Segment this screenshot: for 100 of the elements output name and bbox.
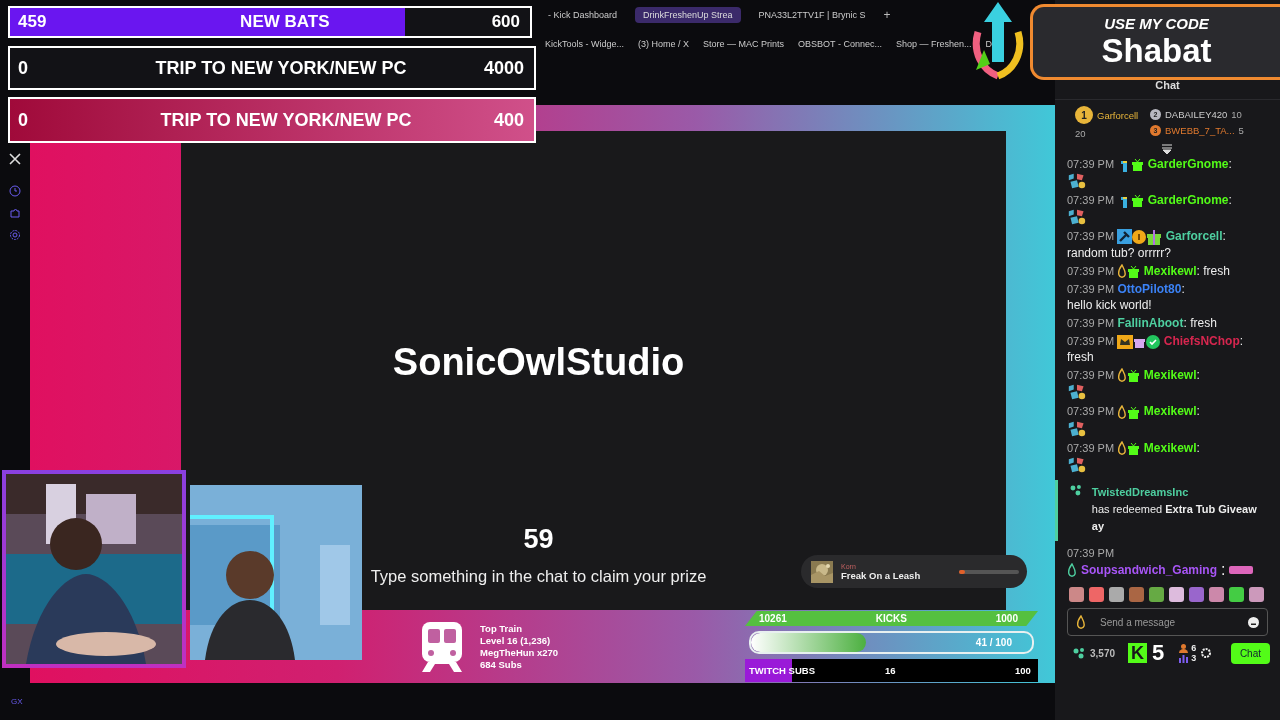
message-time: 07:39 PM bbox=[1067, 405, 1115, 418]
redeem-text: has redeemed Extra Tub Giveaw ay bbox=[1091, 502, 1258, 535]
message-time: 07:39 PM bbox=[1067, 547, 1116, 560]
message-time: 07:39 PM bbox=[1067, 230, 1115, 242]
leader-count: 5 bbox=[1238, 124, 1244, 136]
flame-badge-icon bbox=[1067, 562, 1077, 578]
message-text: hello kick world! bbox=[1067, 297, 1152, 314]
flame-badge-icon bbox=[1076, 615, 1086, 631]
message-time: 07:39 PM bbox=[1067, 335, 1115, 348]
emote-icon bbox=[1067, 383, 1087, 402]
bookmark[interactable]: Store — MAC Prints bbox=[703, 39, 785, 49]
x-icon[interactable] bbox=[9, 153, 21, 165]
gift-icon bbox=[1127, 265, 1141, 279]
goal-title: NEW BATS bbox=[239, 12, 331, 32]
promo-heading: USE MY CODE bbox=[1104, 14, 1209, 32]
message-separator: : bbox=[1196, 263, 1200, 278]
stream-title: SonicOwlStudio bbox=[392, 341, 685, 384]
leader-count: 10 bbox=[1231, 108, 1242, 120]
message-text: random tub? orrrrr? bbox=[1067, 244, 1172, 261]
message-author[interactable]: Soupsandwich_Gaming bbox=[1081, 563, 1218, 578]
promo-code: Shabat bbox=[1101, 31, 1212, 70]
message-separator: : bbox=[1196, 404, 1200, 419]
message-author[interactable]: ChiefsNChop bbox=[1163, 334, 1240, 349]
scroll-down-icon[interactable] bbox=[1162, 144, 1172, 154]
browser-tab[interactable]: DrinkFreshenUp Strea bbox=[635, 7, 741, 23]
message-separator: : bbox=[1183, 316, 1187, 331]
train-stat: MegTheHun x270 bbox=[480, 646, 560, 659]
goal-current: 0 bbox=[17, 57, 29, 79]
bookmark[interactable]: Shop — Freshen... bbox=[895, 39, 972, 49]
chat-button[interactable]: Chat bbox=[1230, 642, 1270, 664]
chat-title: Chat bbox=[1155, 79, 1180, 91]
viewer-count: 5 bbox=[1152, 640, 1165, 667]
goal-current: 459 bbox=[17, 12, 48, 32]
gx-label: GX bbox=[11, 697, 23, 706]
message-separator: : bbox=[1196, 440, 1200, 455]
browser-tab[interactable]: - Kick Dashboard bbox=[540, 7, 626, 23]
message-separator: : bbox=[1222, 229, 1226, 243]
clock-icon[interactable] bbox=[9, 185, 21, 197]
kicks-target: 1000 bbox=[995, 613, 1018, 624]
subs-reading: 41 / 100 bbox=[975, 637, 1012, 648]
emoji-icon[interactable] bbox=[1248, 617, 1259, 629]
rank-badge: 1 bbox=[1075, 106, 1093, 124]
message-time: 07:39 PM bbox=[1067, 317, 1115, 330]
redeem-user: TwistedDreamsInc bbox=[1091, 485, 1190, 501]
arrows-logo-icon bbox=[970, 2, 1026, 82]
message-time: 07:39 PM bbox=[1067, 264, 1115, 277]
gift-icon bbox=[1127, 442, 1141, 456]
gift-icon bbox=[1127, 369, 1141, 383]
kicks-count: 10261 bbox=[759, 613, 787, 624]
emote-bar-drawing[interactable] bbox=[1067, 585, 1267, 604]
flame-badge-icon bbox=[1117, 404, 1128, 420]
message-separator: : bbox=[1228, 157, 1232, 171]
goal-target: 600 bbox=[491, 12, 521, 32]
hammer-badge-icon bbox=[1117, 229, 1133, 245]
goal-current: 0 bbox=[17, 109, 29, 131]
bookmark[interactable]: D bbox=[985, 39, 992, 49]
train-icon bbox=[420, 621, 464, 672]
message-text: fresh bbox=[1067, 349, 1094, 366]
bar-chart-icon bbox=[1179, 653, 1189, 663]
message-text: : bbox=[1221, 561, 1226, 580]
message-input[interactable]: Send a message bbox=[1067, 608, 1268, 637]
gift-icon bbox=[1127, 405, 1141, 419]
message-time: 07:39 PM bbox=[1067, 441, 1115, 454]
browser-tab[interactable]: PNA33L2TTV1F | Brynic S bbox=[750, 7, 874, 23]
message-text: fresh bbox=[1190, 315, 1217, 332]
emote-icon bbox=[1229, 566, 1254, 575]
verified-icon bbox=[1146, 335, 1161, 349]
emote-icon bbox=[1067, 208, 1087, 226]
train-stat: Level 16 (1,236) bbox=[480, 634, 552, 647]
crown-badge-icon bbox=[1117, 335, 1134, 349]
twitch-subs-count: 16 bbox=[885, 665, 897, 676]
leader-name: DABAILEY420 bbox=[1165, 108, 1228, 120]
gift-icon bbox=[1146, 228, 1163, 245]
bookmark[interactable]: (3) Home / X bbox=[638, 39, 690, 49]
goal-target: 4000 bbox=[483, 57, 525, 79]
points-icon bbox=[1073, 647, 1085, 660]
points-count: 3,570 bbox=[1090, 647, 1116, 659]
new-tab-button[interactable]: + bbox=[883, 8, 891, 22]
emote-icon bbox=[1067, 419, 1087, 438]
flame-badge-icon bbox=[1117, 368, 1128, 384]
goal-title: TRIP TO NEW YORK/NEW PC bbox=[159, 109, 413, 131]
message-text: fresh bbox=[1203, 262, 1230, 279]
flame-badge-icon bbox=[1117, 441, 1128, 457]
prompt-text: Type something in the chat to claim your prize bbox=[370, 567, 707, 586]
bookmark[interactable]: KickTools - Widge... bbox=[545, 39, 625, 49]
bookmark[interactable]: OBSBOT - Connec... bbox=[798, 39, 882, 49]
message-separator: : bbox=[1228, 193, 1232, 207]
message-time: 07:39 PM bbox=[1067, 283, 1115, 296]
message-time: 07:39 PM bbox=[1067, 369, 1115, 382]
train-stat: Top Train bbox=[480, 622, 524, 635]
kick-logo: K bbox=[1128, 643, 1148, 664]
message-time: 07:39 PM bbox=[1067, 158, 1115, 170]
goal-title: TRIP TO NEW YORK/NEW PC bbox=[154, 57, 408, 79]
leader-count: 20 bbox=[1075, 128, 1086, 139]
gift-icon bbox=[1131, 194, 1145, 208]
leader-name: BWEBB_7_TA... bbox=[1165, 124, 1235, 136]
emote-icon bbox=[1067, 456, 1087, 475]
emote-icon bbox=[1067, 172, 1087, 190]
flame-badge-icon bbox=[1117, 264, 1128, 280]
twitch-subs-target: 100 bbox=[1015, 665, 1031, 676]
